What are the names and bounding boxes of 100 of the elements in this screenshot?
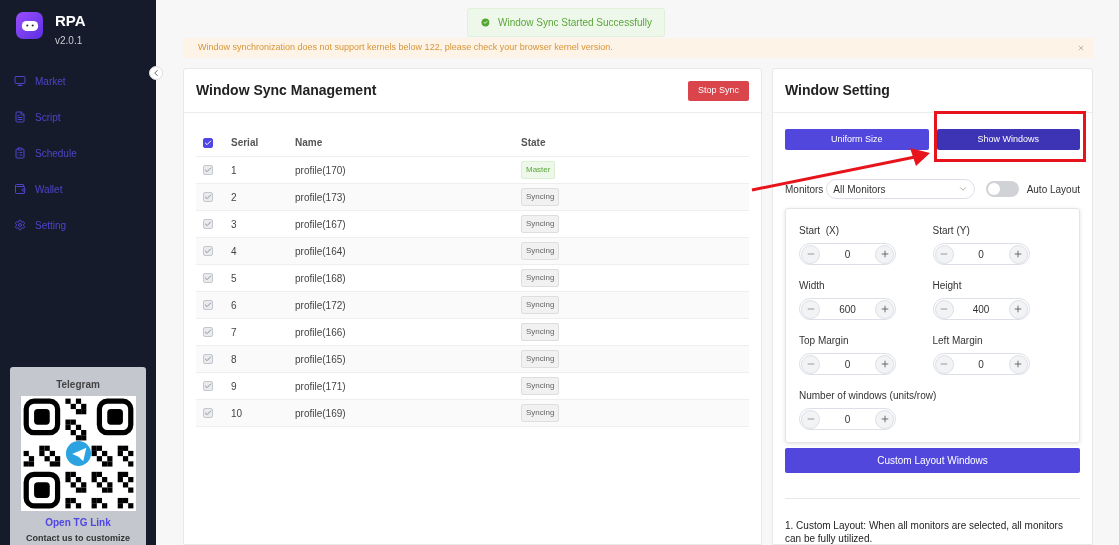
panel-title: Window Setting (785, 81, 890, 100)
robot-logo-icon (16, 12, 43, 39)
name-cell-text: profile(171) (295, 379, 347, 394)
state-tag: Syncing (521, 404, 560, 422)
state-tag: Master (521, 161, 556, 179)
name-cell-text: profile(167) (295, 217, 347, 232)
plus-icon (879, 304, 890, 315)
stepper-value: 400 (972, 302, 990, 317)
telegram-link[interactable]: Open TG Link (45, 515, 111, 530)
number-stepper[interactable]: 0 (799, 243, 896, 266)
monitor-icon (14, 75, 26, 87)
minus-button[interactable] (934, 354, 954, 374)
state-tag: Syncing (521, 269, 560, 287)
monitors-label: Monitors (785, 182, 824, 197)
plus-icon (1013, 304, 1023, 315)
action-button[interactable]: Uniform Size (785, 129, 929, 151)
minus-button[interactable] (934, 244, 954, 264)
serial-cell-text: 6 (231, 298, 238, 313)
chevron-left-icon (151, 68, 161, 78)
number-stepper[interactable]: 400 (932, 298, 1030, 321)
success-icon (480, 17, 491, 28)
number-stepper[interactable]: 0 (932, 243, 1030, 266)
stepper-value: 0 (844, 412, 851, 427)
field-label: Top Margin (799, 334, 850, 349)
toggle-switch[interactable] (985, 181, 1019, 198)
state-tag: Syncing (521, 323, 560, 341)
custom-layout-button[interactable]: Custom Layout Windows (785, 448, 1080, 474)
checkbox[interactable] (203, 137, 213, 148)
state-tag: Syncing (521, 350, 560, 368)
plus-icon (879, 359, 890, 370)
plus-button[interactable] (1008, 354, 1028, 374)
document-icon (14, 111, 26, 123)
number-stepper[interactable]: 0 (799, 353, 896, 376)
serial-cell-text: 9 (231, 379, 238, 394)
minus-button[interactable] (934, 299, 954, 319)
plus-button[interactable] (875, 354, 894, 374)
plus-button[interactable] (875, 299, 894, 319)
state-tag: Syncing (521, 296, 560, 314)
minus-button[interactable] (801, 409, 820, 429)
layout-note: 1. Custom Layout: When all monitors are selected, all monitors can be fully utilized. (785, 519, 1064, 544)
state-tag: Syncing (521, 188, 560, 206)
stepper-value: 0 (978, 357, 984, 372)
field-label: Width (799, 279, 826, 294)
clipboard-icon (14, 147, 26, 159)
plus-button[interactable] (1008, 299, 1028, 319)
minus-button[interactable] (801, 299, 820, 319)
stepper-value: 600 (839, 302, 856, 317)
serial-cell-text: 2 (231, 190, 238, 205)
column-header: Serial (231, 136, 260, 150)
number-stepper[interactable]: 0 (932, 353, 1030, 376)
app-version: v2.0.1 (55, 34, 84, 48)
serial-cell-text: 4 (231, 244, 238, 259)
column-header: Name (295, 136, 324, 150)
name-cell-text: profile(173) (295, 190, 347, 205)
state-tag: Syncing (521, 377, 560, 395)
name-cell-text: profile(169) (295, 406, 347, 421)
stepper-value: 0 (844, 247, 851, 262)
plus-icon (1013, 359, 1023, 370)
name-cell-text: profile(165) (295, 352, 347, 367)
stepper-value: 0 (978, 247, 984, 262)
serial-cell-text: 7 (231, 325, 238, 340)
app-name: RPA (55, 12, 86, 30)
state-tag: Syncing (521, 242, 560, 260)
name-cell-text: profile(168) (295, 271, 347, 286)
name-cell-text: profile(170) (295, 163, 347, 178)
close-icon[interactable] (1077, 44, 1085, 52)
plus-button[interactable] (875, 409, 894, 429)
state-tag: Syncing (521, 215, 560, 233)
minus-button[interactable] (801, 244, 820, 264)
minus-button[interactable] (801, 354, 820, 374)
collapse-button[interactable] (149, 66, 163, 80)
name-cell-text: profile(164) (295, 244, 347, 259)
card-title: Telegram (56, 378, 100, 392)
serial-cell-text: 8 (231, 352, 238, 367)
field-label: Height (932, 279, 963, 294)
serial-cell-text: 10 (231, 406, 244, 421)
field-label: Start (Y) (932, 224, 971, 239)
serial-cell-text: 1 (231, 163, 238, 178)
toast-text: Window Sync Started Successfully (498, 16, 652, 30)
stepper-value: 0 (844, 357, 851, 372)
column-header: State (521, 136, 546, 150)
field-label: Left Margin (932, 334, 984, 349)
plus-icon (879, 249, 890, 260)
number-stepper[interactable]: 600 (799, 298, 896, 321)
field-label: Start (X) (799, 224, 840, 239)
alert-text: Window synchronization does not support kernels below 122, please check your browser kernel version. (198, 41, 613, 55)
plus-button[interactable] (875, 244, 894, 264)
name-cell-text: profile(166) (295, 325, 347, 340)
panel-title: Window Sync Management (196, 81, 377, 100)
plus-button[interactable] (1008, 244, 1028, 264)
action-button[interactable]: Show Windows (936, 129, 1080, 151)
name-cell-text: profile(172) (295, 298, 347, 313)
wallet-icon (14, 183, 26, 195)
serial-cell-text: 3 (231, 217, 238, 232)
settings-icon (14, 219, 26, 231)
number-stepper[interactable]: 0 (799, 408, 896, 431)
stop-sync-button[interactable]: Stop Sync (687, 80, 749, 101)
plus-icon (1013, 249, 1023, 260)
contact-note: Contact us to customize (26, 532, 130, 545)
plus-icon (879, 414, 890, 425)
